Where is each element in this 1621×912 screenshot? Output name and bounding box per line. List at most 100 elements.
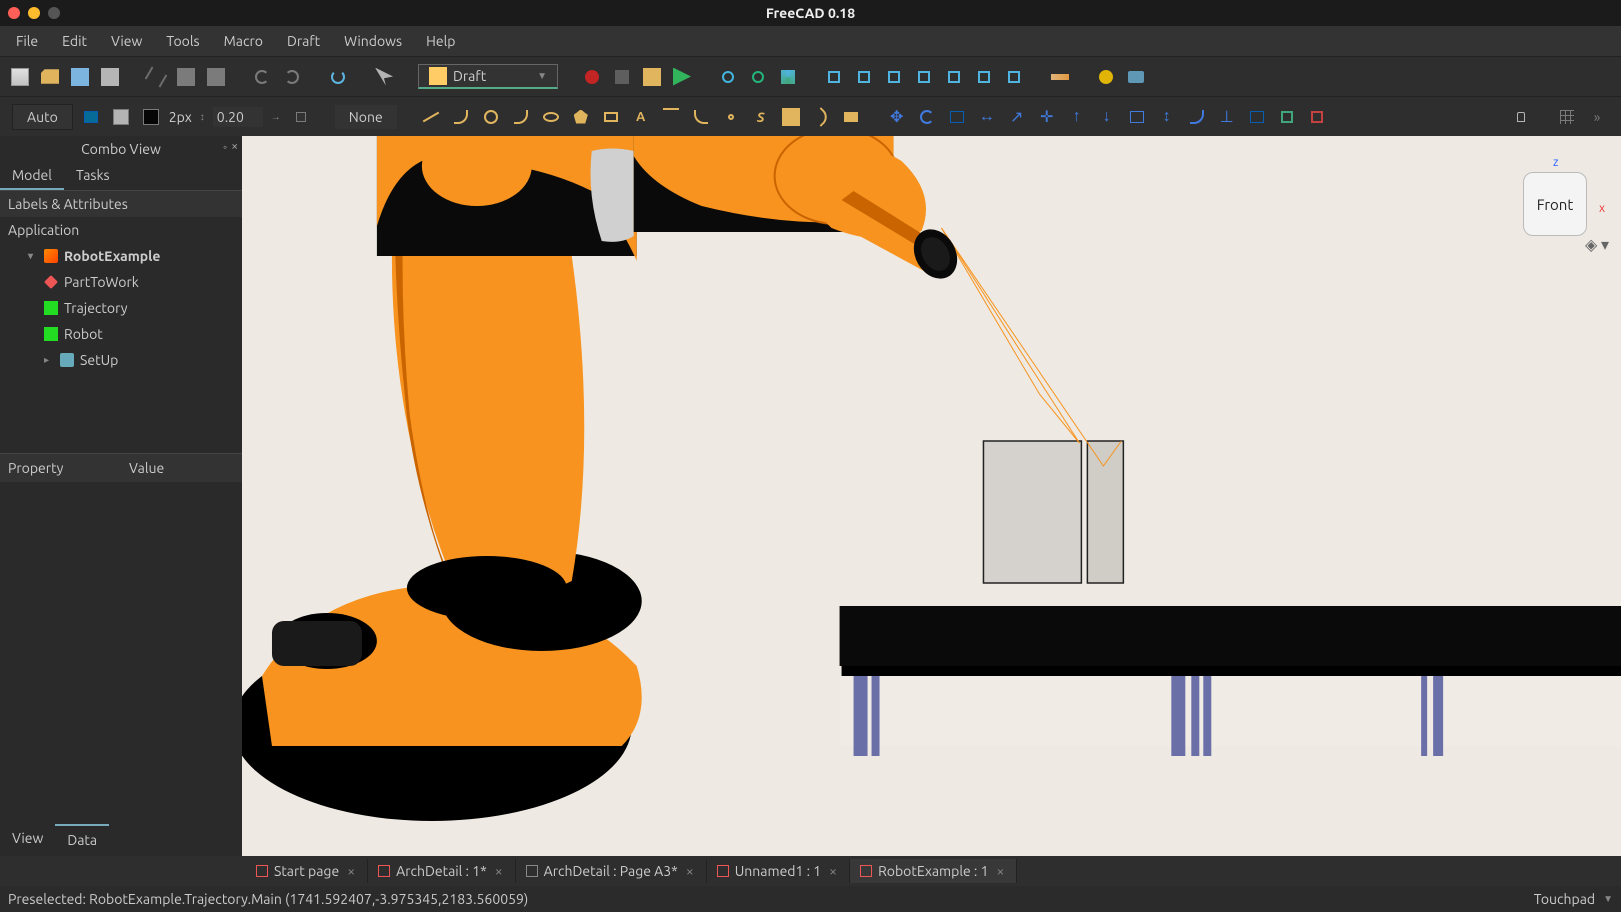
- autogroup-none-button[interactable]: None: [335, 105, 397, 129]
- menu-macro[interactable]: Macro: [212, 27, 275, 55]
- tree-root-application[interactable]: Application: [0, 217, 242, 243]
- stop-macro-button[interactable]: [610, 65, 634, 89]
- bottom-view-button[interactable]: [942, 65, 966, 89]
- construction-mode-button[interactable]: [79, 105, 103, 129]
- nav-cube-face[interactable]: Front: [1523, 172, 1587, 236]
- expand-icon[interactable]: ▸: [44, 354, 54, 366]
- doctab-archdetail-page[interactable]: ArchDetail : Page A3* ×: [516, 859, 707, 883]
- draft-offset-button[interactable]: [945, 105, 969, 129]
- menu-view[interactable]: View: [99, 27, 154, 55]
- tree-item-parttowork[interactable]: PartToWork: [0, 269, 242, 295]
- draft-bspline-button[interactable]: [689, 105, 713, 129]
- draft-wire-button[interactable]: [449, 105, 473, 129]
- close-window-button[interactable]: [8, 7, 20, 19]
- new-file-button[interactable]: [8, 65, 32, 89]
- close-tab-button[interactable]: ×: [493, 863, 505, 879]
- close-tab-button[interactable]: ×: [994, 863, 1006, 879]
- draft-split-button[interactable]: ✛: [1035, 105, 1059, 129]
- copy-button[interactable]: [174, 65, 198, 89]
- draft-trimex-button[interactable]: ↔: [975, 105, 999, 129]
- tree-item-robot[interactable]: Robot: [0, 321, 242, 347]
- macros-button[interactable]: [640, 65, 664, 89]
- draft-move-button[interactable]: ✥: [885, 105, 909, 129]
- face-color-button[interactable]: [109, 105, 133, 129]
- draft-line-button[interactable]: [419, 105, 443, 129]
- draft-upgrade-button[interactable]: ↑: [1065, 105, 1089, 129]
- draft-ellipse-button[interactable]: [539, 105, 563, 129]
- draft-text-button[interactable]: A: [629, 105, 653, 129]
- undock-button[interactable]: ◦: [223, 140, 227, 154]
- nav-style-selector[interactable]: Touchpad: [1534, 891, 1595, 907]
- font-size-input[interactable]: [213, 107, 263, 127]
- doctab-archdetail-1[interactable]: ArchDetail : 1* ×: [368, 859, 516, 883]
- draft-dimension-button[interactable]: [659, 105, 683, 129]
- tree-item-setup[interactable]: ▸ SetUp: [0, 347, 242, 373]
- draft-join-button[interactable]: ↗: [1005, 105, 1029, 129]
- close-tab-button[interactable]: ×: [684, 863, 696, 879]
- nav-cube[interactable]: z x Front ◈ ▾: [1513, 154, 1603, 236]
- maximize-window-button[interactable]: [48, 7, 60, 19]
- close-tab-button[interactable]: ×: [345, 863, 357, 879]
- tree-item-trajectory[interactable]: Trajectory: [0, 295, 242, 321]
- snap-lock-button[interactable]: [1509, 105, 1533, 129]
- draft-shapestring-button[interactable]: S: [749, 105, 773, 129]
- workbench-selector[interactable]: Draft ▼: [418, 64, 558, 89]
- prop-col-property[interactable]: Property: [0, 454, 121, 482]
- left-view-button[interactable]: [972, 65, 996, 89]
- draft-addpoint-button[interactable]: ⊥: [1215, 105, 1239, 129]
- overflow-button[interactable]: »: [1585, 105, 1609, 129]
- record-macro-button[interactable]: [580, 65, 604, 89]
- tab-model[interactable]: Model: [0, 162, 64, 190]
- draft-rectangle-button[interactable]: [599, 105, 623, 129]
- doctab-robotexample[interactable]: RobotExample : 1 ×: [850, 859, 1017, 883]
- fit-all-button[interactable]: [716, 65, 740, 89]
- nav-cube-menu[interactable]: ◈ ▾: [1585, 235, 1609, 254]
- folder-button[interactable]: [1124, 65, 1148, 89]
- tab-view[interactable]: View: [0, 824, 55, 854]
- draft-point-button[interactable]: [719, 105, 743, 129]
- toggle-grid-button[interactable]: [1555, 105, 1579, 129]
- draft-circle-button[interactable]: [479, 105, 503, 129]
- apply-style-button[interactable]: →: [269, 111, 283, 123]
- menu-edit[interactable]: Edit: [50, 27, 99, 55]
- undo-button[interactable]: [250, 65, 274, 89]
- redo-button[interactable]: [280, 65, 304, 89]
- doctab-unnamed1[interactable]: Unnamed1 : 1 ×: [707, 859, 850, 883]
- draft-facebinder-button[interactable]: [779, 105, 803, 129]
- whats-this-button[interactable]: [372, 65, 396, 89]
- prop-col-value[interactable]: Value: [121, 454, 242, 482]
- draft-wire2bspline-button[interactable]: [1185, 105, 1209, 129]
- draft-downgrade-button[interactable]: ↓: [1095, 105, 1119, 129]
- minimize-window-button[interactable]: [28, 7, 40, 19]
- menu-draft[interactable]: Draft: [275, 27, 332, 55]
- save-file-button[interactable]: [68, 65, 92, 89]
- print-button[interactable]: [98, 65, 122, 89]
- paste-button[interactable]: [204, 65, 228, 89]
- expand-icon[interactable]: ▾: [28, 250, 38, 262]
- draft-label-button[interactable]: [839, 105, 863, 129]
- iso-view-button[interactable]: [1002, 65, 1026, 89]
- close-panel-button[interactable]: ×: [231, 140, 238, 154]
- draft-scale-button[interactable]: [1125, 105, 1149, 129]
- style-picker-button[interactable]: [289, 105, 313, 129]
- close-tab-button[interactable]: ×: [827, 863, 839, 879]
- auto-group-button[interactable]: Auto: [12, 104, 73, 130]
- draft-polygon-button[interactable]: [569, 105, 593, 129]
- draft-edit-button[interactable]: ↕: [1155, 105, 1179, 129]
- draft-rotate-button[interactable]: [915, 105, 939, 129]
- part-color-button[interactable]: [1094, 65, 1118, 89]
- top-view-button[interactable]: [852, 65, 876, 89]
- draft-bezcurve-button[interactable]: [809, 105, 833, 129]
- refresh-button[interactable]: [326, 65, 350, 89]
- axonometric-button[interactable]: [776, 65, 800, 89]
- line-color-button[interactable]: [139, 105, 163, 129]
- front-view-button[interactable]: [822, 65, 846, 89]
- draft-arc-button[interactable]: [509, 105, 533, 129]
- tree-doc-robotexample[interactable]: ▾ RobotExample: [0, 243, 242, 269]
- menu-file[interactable]: File: [4, 27, 50, 55]
- execute-macro-button[interactable]: [670, 65, 694, 89]
- rear-view-button[interactable]: [912, 65, 936, 89]
- draft-shape2dview-button[interactable]: [1245, 105, 1269, 129]
- draft-draft2sketch-button[interactable]: [1275, 105, 1299, 129]
- right-view-button[interactable]: [882, 65, 906, 89]
